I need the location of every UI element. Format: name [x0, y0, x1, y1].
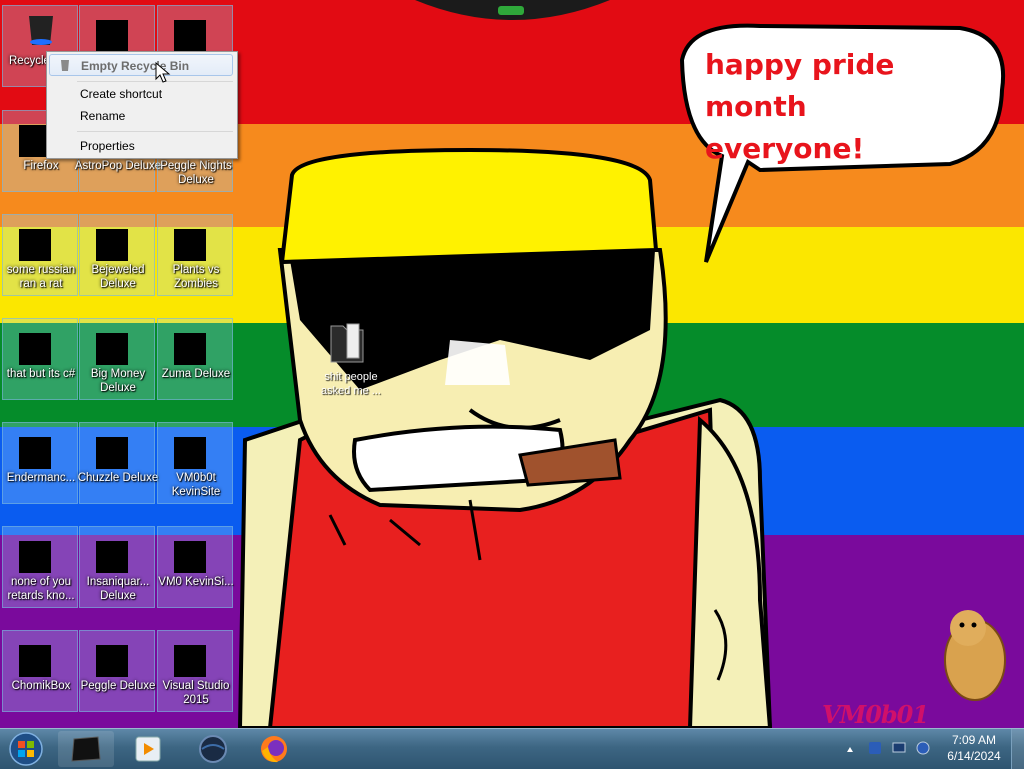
context-menu: Empty Recycle Bin Create shortcut Rename… — [46, 51, 238, 159]
redacted-icon — [96, 541, 128, 573]
speech-line-1: happy pride month — [705, 48, 895, 123]
menu-separator — [77, 131, 233, 132]
redacted-icon — [19, 229, 51, 261]
icon-label: that but its c# — [6, 368, 76, 380]
redacted-icon — [19, 645, 51, 677]
clock[interactable]: 7:09 AM 6/14/2024 — [935, 732, 1013, 764]
icon-label: Zuma Deluxe — [161, 368, 231, 380]
icon-label: Firefox — [23, 160, 59, 172]
none-of-you-icon[interactable]: none of you retards kno... — [2, 526, 78, 608]
desktop-text-file[interactable]: shit people asked me ... — [313, 318, 389, 408]
trash-can-icon — [29, 16, 53, 45]
russian-rat-icon[interactable]: some russian ran a rat — [2, 214, 78, 296]
menu-item-label: Rename — [80, 109, 126, 123]
redacted-icon — [96, 229, 128, 261]
icon-label: ChomikBox — [11, 680, 71, 692]
that-but-its-csharp-icon[interactable]: that but its c# — [2, 318, 78, 400]
icon-label: some russian ran a rat — [6, 264, 76, 290]
recycle-bin-small-icon — [61, 60, 69, 71]
icon-label: none of you retards kno... — [7, 576, 75, 602]
taskbar-btn-media-player[interactable] — [120, 731, 176, 767]
icon-label: Peggle Deluxe — [80, 680, 156, 692]
file-label: shit people asked me ... — [321, 371, 381, 397]
menu-item-label: Properties — [80, 139, 135, 153]
plants-vs-zombies-icon[interactable]: Plants vs Zombies — [157, 214, 233, 296]
menu-item-properties[interactable]: Properties — [49, 135, 233, 157]
zuma-icon[interactable]: Zuma Deluxe — [157, 318, 233, 400]
tray-app-icon[interactable] — [867, 740, 883, 756]
redacted-icon — [19, 541, 51, 573]
redacted-icon — [174, 333, 206, 365]
redacted-icon — [174, 645, 206, 677]
vm0b0t-kevinsite-icon[interactable]: VM0b0t KevinSite — [157, 422, 233, 504]
endermanc-icon[interactable]: Endermanc... — [2, 422, 78, 504]
menu-item-label: Create shortcut — [80, 87, 163, 101]
taskbar: 7:09 AM 6/14/2024 — [0, 728, 1024, 769]
icon-label: Insaniquar... Deluxe — [86, 576, 150, 602]
media-player-icon — [135, 736, 161, 762]
icon-label: AstroPop Deluxe — [74, 160, 162, 172]
black-box-icon — [71, 736, 101, 762]
icon-label: Bejeweled Deluxe — [91, 264, 145, 290]
dark-globe-icon — [199, 735, 227, 763]
vm0-kevinsi-icon[interactable]: VM0 KevinSi... — [157, 526, 234, 608]
icon-label: Endermanc... — [6, 472, 76, 484]
redacted-icon — [96, 645, 128, 677]
redacted-icon — [174, 541, 206, 573]
redacted-icon — [19, 437, 51, 469]
visual-studio-icon[interactable]: Visual Studio 2015 — [157, 630, 233, 712]
chomikbox-icon[interactable]: ChomikBox — [2, 630, 78, 712]
chuzzle-icon[interactable]: Chuzzle Deluxe — [78, 422, 158, 504]
redacted-icon — [19, 333, 51, 365]
icon-label: Chuzzle Deluxe — [77, 472, 159, 484]
icon-label: Plants vs Zombies — [172, 264, 220, 290]
icon-label: Big Money Deluxe — [90, 368, 146, 394]
taskbar-btn-globe[interactable] — [185, 731, 241, 767]
network-icon[interactable] — [891, 740, 907, 756]
artist-signature: VM0b01 — [822, 700, 929, 728]
icon-label: VM0 KevinSi... — [158, 576, 234, 588]
start-button[interactable] — [4, 730, 44, 768]
redacted-icon — [174, 229, 206, 261]
big-money-icon[interactable]: Big Money Deluxe — [79, 318, 155, 400]
redacted-icon — [96, 333, 128, 365]
clock-time: 7:09 AM — [951, 733, 997, 747]
insaniquarium-icon[interactable]: Insaniquar... Deluxe — [79, 526, 155, 608]
firefox-icon — [261, 736, 287, 763]
menu-item-rename[interactable]: Rename — [49, 105, 233, 127]
peggle-deluxe-icon[interactable]: Peggle Deluxe — [79, 630, 155, 712]
dark-folder-icon — [330, 323, 364, 363]
volume-icon[interactable] — [915, 740, 931, 756]
icon-label: Visual Studio 2015 — [162, 680, 230, 706]
menu-item-empty-recycle-bin[interactable]: Empty Recycle Bin — [49, 54, 233, 76]
mouse-cursor-icon — [155, 62, 171, 83]
redacted-icon — [96, 437, 128, 469]
icon-label: VM0b0t KevinSite — [171, 472, 221, 498]
clock-date: 6/14/2024 — [947, 749, 1001, 763]
redacted-icon — [96, 20, 128, 52]
taskbar-btn-black-box[interactable] — [58, 731, 114, 767]
icon-label: Peggle Nights Deluxe — [160, 160, 232, 186]
bejeweled-icon[interactable]: Bejeweled Deluxe — [79, 214, 155, 296]
taskbar-btn-firefox[interactable] — [246, 731, 302, 767]
tray-expand-icon[interactable] — [845, 741, 855, 757]
speech-line-2: everyone! — [705, 132, 865, 165]
redacted-icon — [174, 437, 206, 469]
menu-item-create-shortcut[interactable]: Create shortcut — [49, 83, 233, 105]
speech-bubble-text: happy pride month everyone! — [705, 44, 1005, 170]
show-desktop-button[interactable] — [1011, 729, 1024, 769]
redacted-icon — [174, 20, 206, 52]
